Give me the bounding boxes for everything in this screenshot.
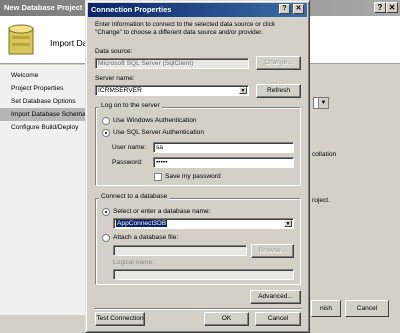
wizard-collation-text: collation: [312, 151, 337, 158]
wizard-project-text: roject.: [312, 197, 330, 204]
ok-button[interactable]: OK: [204, 312, 249, 326]
save-password-label[interactable]: Save my password: [165, 173, 221, 180]
advanced-button[interactable]: Advanced...: [250, 290, 301, 304]
chevron-down-icon[interactable]: ▼: [284, 220, 292, 227]
refresh-button[interactable]: Refresh: [256, 84, 301, 98]
server-name-combo[interactable]: ICRMSERVER ▼: [95, 85, 249, 96]
select-database-radio[interactable]: [102, 208, 110, 216]
logical-name-label: Logical name:: [113, 259, 155, 266]
password-label: Password:: [112, 159, 143, 166]
chevron-down-icon: ▼: [318, 98, 328, 108]
nav-item-project-properties[interactable]: Project Properties: [0, 82, 92, 95]
server-name-label: Server name:: [95, 75, 135, 82]
sql-auth-label[interactable]: Use SQL Server Authentication: [113, 129, 204, 136]
data-source-field: Microsoft SQL Server (SqlClient): [95, 58, 249, 69]
database-name-value: AppConnect3DB: [116, 220, 168, 227]
change-button[interactable]: Change...: [256, 56, 301, 70]
dialog-close-button[interactable]: ✕: [293, 4, 304, 14]
user-name-field[interactable]: sa: [153, 142, 294, 153]
dialog-help-button[interactable]: ?: [279, 4, 290, 14]
wizard-cancel-button[interactable]: Cancel: [345, 300, 389, 317]
wizard-combo[interactable]: ▼: [313, 97, 329, 109]
dialog-title-bar: Connection Properties: [88, 3, 307, 17]
dialog-intro-text: Enter information to connect to the sele…: [95, 21, 276, 36]
password-field[interactable]: •••••: [153, 157, 294, 168]
wizard-close-button[interactable]: ✕: [386, 2, 398, 13]
select-database-label[interactable]: Select or enter a database name:: [113, 208, 211, 215]
wizard-finish-button[interactable]: nish: [311, 300, 341, 317]
chevron-down-icon[interactable]: ▼: [239, 87, 247, 94]
wizard-help-button[interactable]: ?: [374, 2, 386, 13]
attach-file-label[interactable]: Attach a database file:: [113, 234, 178, 241]
connection-properties-dialog: Connection Properties ? ✕ Enter informat…: [85, 0, 310, 333]
wizard-nav: Welcome Project Properties Set Database …: [0, 65, 92, 315]
cancel-button[interactable]: Cancel: [255, 312, 301, 326]
logon-group-label: Log on to the server: [99, 102, 162, 109]
server-name-value: ICRMSERVER: [98, 87, 142, 94]
wizard-title: New Database Project W: [4, 3, 92, 12]
nav-item-welcome[interactable]: Welcome: [0, 69, 92, 82]
user-name-label: User name:: [112, 144, 147, 151]
database-name-combo[interactable]: AppConnect3DB ▼: [113, 218, 294, 229]
nav-item-import-schema[interactable]: Import Database Schema: [0, 108, 92, 121]
attach-file-field: [113, 245, 247, 256]
windows-auth-radio[interactable]: [102, 117, 110, 125]
test-connection-button[interactable]: Test Connection: [95, 312, 145, 326]
wizard-header-text: Import Dat: [50, 38, 90, 48]
database-group-label: Connect to a database: [99, 193, 170, 200]
windows-auth-label[interactable]: Use Windows Authentication: [113, 117, 197, 124]
nav-item-database-options[interactable]: Set Database Options: [0, 95, 92, 108]
sql-auth-radio[interactable]: [102, 129, 110, 137]
dialog-divider: [94, 308, 302, 309]
browse-button[interactable]: Browse...: [251, 244, 294, 258]
dialog-title: Connection Properties: [91, 5, 172, 14]
attach-file-radio[interactable]: [102, 234, 110, 242]
nav-item-configure-build[interactable]: Configure Build/Deploy: [0, 121, 92, 134]
save-password-checkbox[interactable]: [154, 173, 162, 181]
database-icon: [8, 24, 34, 55]
logical-name-field: [113, 269, 294, 280]
data-source-label: Data source:: [95, 48, 133, 55]
